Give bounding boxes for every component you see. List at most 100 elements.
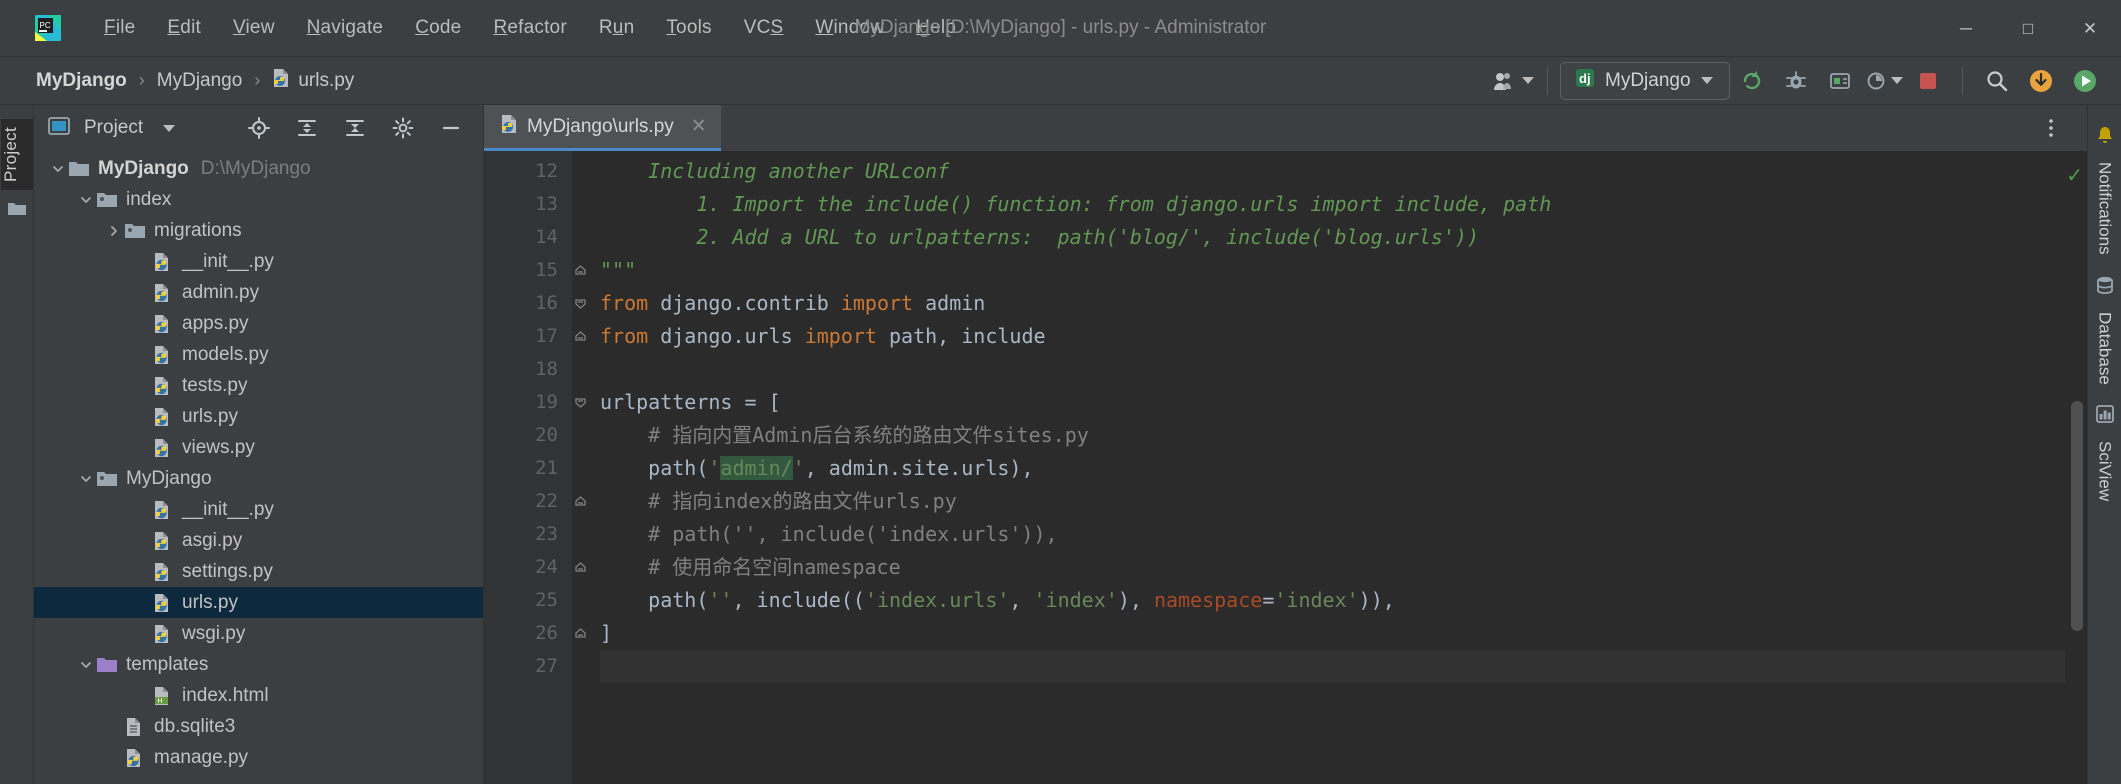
project-tree[interactable]: MyDjango D:\MyDjango index migrations __init… [34,151,483,784]
menu-item-code[interactable]: Code [399,13,477,43]
code-line[interactable]: # 使用命名空间namespace [600,551,2065,584]
line-number[interactable]: 21 [484,452,572,485]
rail-button-database[interactable]: Database [2095,302,2115,395]
code-line[interactable]: from django.urls import path, include [600,320,2065,353]
maximize-icon[interactable]: □ [1997,0,2059,57]
tree-item-tests-py[interactable]: tests.py [34,370,483,401]
debug-icon[interactable] [1774,61,1818,101]
menu-item-vcs[interactable]: VCS [728,13,800,43]
locate-icon[interactable] [237,108,281,148]
folder-icon[interactable] [7,200,27,223]
menu-item-file[interactable]: File [88,13,151,43]
code-line[interactable]: # path('', include('index.urls')), [600,518,2065,551]
chevron-down-icon[interactable] [76,193,96,207]
scrollbar-thumb[interactable] [2071,401,2083,631]
tree-item-views-py[interactable]: views.py [34,432,483,463]
menu-item-view[interactable]: View [217,13,291,43]
code-line[interactable]: Including another URLconf [600,155,2065,188]
line-number[interactable]: 25 [484,584,572,617]
expand-all-icon[interactable] [285,108,329,148]
collapse-all-icon[interactable] [333,108,377,148]
code-line[interactable]: path('admin/', admin.site.urls), [600,452,2065,485]
code-content[interactable]: Including another URLconf 1. Import the … [572,151,2065,784]
close-icon[interactable]: ✕ [2059,0,2121,57]
editor-tab-urls-py[interactable]: MyDjango\urls.py ✕ [484,105,721,151]
tree-item-migrations[interactable]: migrations [34,215,483,246]
update-project-icon[interactable] [2019,61,2063,101]
more-options-icon[interactable] [2029,108,2073,148]
settings-gear-icon[interactable] [381,108,425,148]
stop-icon[interactable] [1906,61,1950,101]
line-number[interactable]: 26 [484,617,586,650]
code-line[interactable]: """ [600,254,2065,287]
code-line[interactable]: 2. Add a URL to urlpatterns: path('blog/… [600,221,2065,254]
notifications-bell-icon[interactable] [2095,125,2115,150]
rail-button-project[interactable]: Project [0,119,33,191]
close-icon[interactable]: ✕ [691,115,707,138]
inspection-status-icon[interactable]: ✓ [2066,163,2083,188]
menu-item-window[interactable]: Window [799,13,900,43]
search-everywhere-icon[interactable] [1975,61,2019,101]
line-number[interactable]: 18 [484,353,572,386]
code-line[interactable] [600,353,2065,386]
tree-item--init-py[interactable]: __init__.py [34,494,483,525]
rerun-icon[interactable] [1730,61,1774,101]
hide-panel-icon[interactable] [429,108,473,148]
tree-item-index-html[interactable]: Hindex.html [34,680,483,711]
tree-item-mydjango[interactable]: MyDjango D:\MyDjango [34,153,483,184]
line-number[interactable]: 12 [484,155,572,188]
editor-scrollbar[interactable]: ✓ [2065,151,2087,784]
line-number[interactable]: 19 [484,386,586,419]
code-line[interactable]: urlpatterns = [ [600,386,2065,419]
menu-item-navigate[interactable]: Navigate [291,13,400,43]
tree-item-templates[interactable]: templates [34,649,483,680]
line-number[interactable]: 17 [484,320,586,353]
code-line[interactable]: # 指向内置Admin后台系统的路由文件sites.py [600,419,2065,452]
chevron-down-icon[interactable] [76,658,96,672]
tree-item-urls-py[interactable]: urls.py [34,587,483,618]
sciview-icon[interactable] [2095,404,2115,429]
menu-bar[interactable]: File Edit View Navigate Code Refactor Ru… [88,13,972,43]
tree-item-apps-py[interactable]: apps.py [34,308,483,339]
minimize-icon[interactable]: ─ [1935,0,1997,57]
menu-item-help[interactable]: Help [900,13,972,43]
menu-item-tools[interactable]: Tools [650,13,727,43]
rail-button-notifications[interactable]: Notifications [2095,152,2115,265]
line-number[interactable]: 27 [484,650,572,683]
coverage-icon[interactable] [1818,61,1862,101]
tree-item-models-py[interactable]: models.py [34,339,483,370]
code-line[interactable]: # 指向index的路由文件urls.py [600,485,2065,518]
chevron-down-icon[interactable] [48,162,68,176]
tree-item-db-sqlite3[interactable]: db.sqlite3 [34,711,483,742]
tree-item-manage-py[interactable]: manage.py [34,742,483,773]
code-line[interactable]: from django.contrib import admin [600,287,2065,320]
menu-item-refactor[interactable]: Refactor [477,13,582,43]
code-line[interactable]: 1. Import the include() function: from d… [600,188,2065,221]
run-configuration-selector[interactable]: dj MyDjango [1560,61,1730,100]
breadcrumb-item-package[interactable]: MyDjango [151,68,249,94]
tree-item-index[interactable]: index [34,184,483,215]
line-number[interactable]: 15 [484,254,586,287]
line-number[interactable]: 13 [484,188,572,221]
breadcrumb-item-file[interactable]: urls.py [266,66,360,96]
database-icon[interactable] [2095,275,2115,300]
tree-item-asgi-py[interactable]: asgi.py [34,525,483,556]
code-line[interactable]: path('', include(('index.urls', 'index')… [600,584,2065,617]
tree-item-settings-py[interactable]: settings.py [34,556,483,587]
code-editor[interactable]: 12 13 14 15 16 17 18 19 20 21 22 23 24 25 26 27 Includi… [484,151,2087,784]
code-line[interactable] [600,650,2065,683]
tree-item--init-py[interactable]: __init__.py [34,246,483,277]
line-number[interactable]: 14 [484,221,572,254]
run-icon[interactable] [2063,61,2107,101]
code-line[interactable]: ] [600,617,2065,650]
chevron-down-icon[interactable] [76,472,96,486]
menu-item-edit[interactable]: Edit [151,13,217,43]
menu-item-run[interactable]: Run [583,13,650,43]
tree-item-urls-py[interactable]: urls.py [34,401,483,432]
chevron-down-icon[interactable] [163,124,176,132]
tree-item-wsgi-py[interactable]: wsgi.py [34,618,483,649]
line-number[interactable]: 20 [484,419,572,452]
account-icon[interactable] [1491,61,1535,101]
breadcrumb-item-project[interactable]: MyDjango [30,68,133,94]
line-number[interactable]: 22 [484,485,586,518]
